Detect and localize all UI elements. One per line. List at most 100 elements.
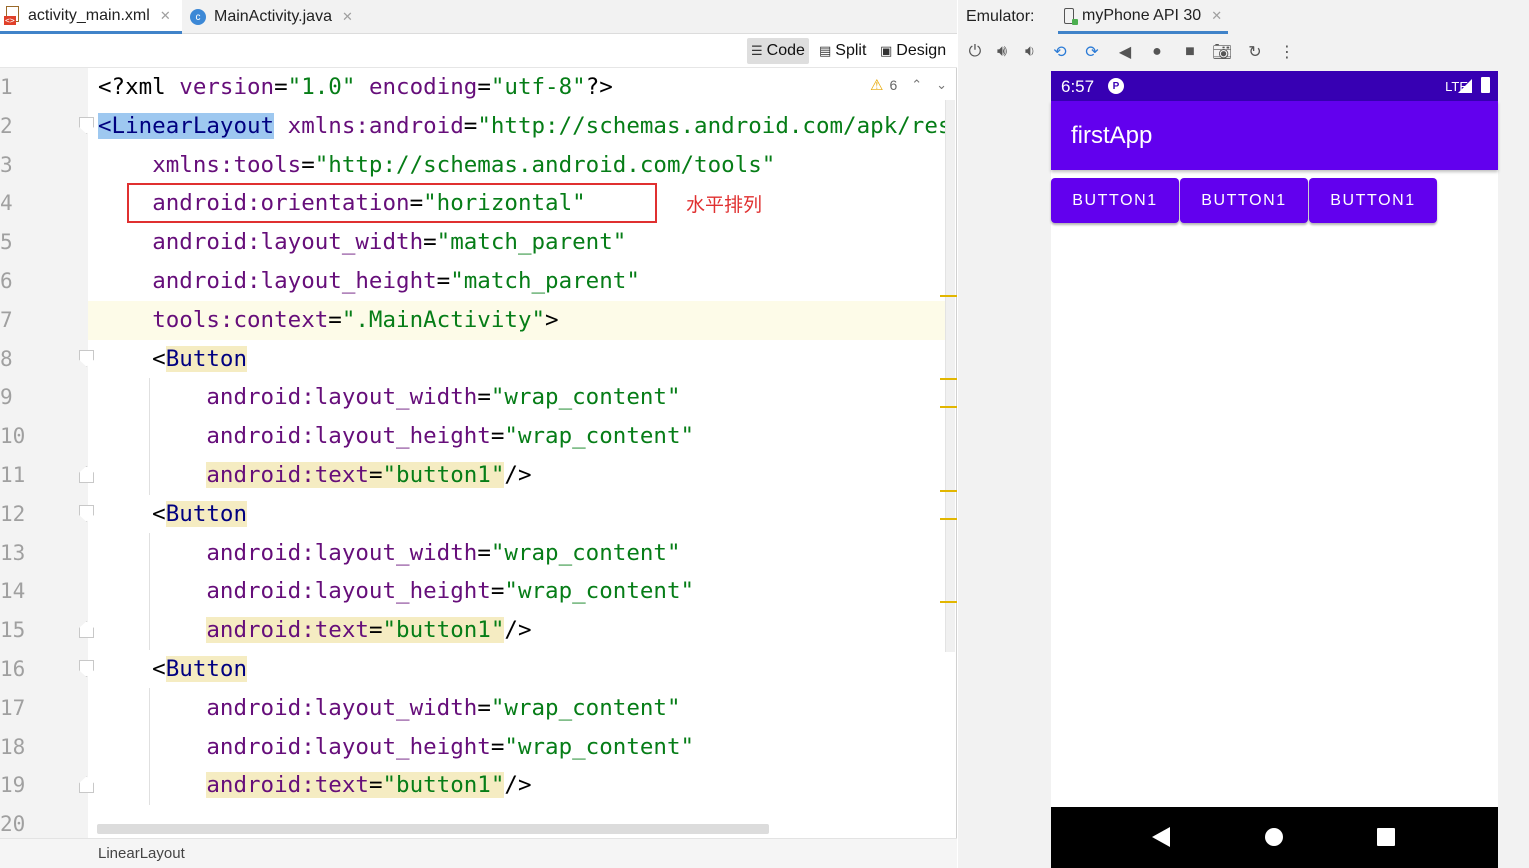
code-line[interactable]: android:text="button1"/> xyxy=(88,456,946,495)
rotate-right-icon[interactable]: ⟳ xyxy=(1080,40,1104,64)
nav-back-icon[interactable] xyxy=(1152,827,1170,847)
nav-home-icon[interactable] xyxy=(1265,828,1283,846)
warning-marker[interactable] xyxy=(940,601,957,603)
warning-marker[interactable] xyxy=(940,518,957,520)
more-options-icon[interactable]: ⋮ xyxy=(1275,40,1299,64)
nav-recents-icon[interactable] xyxy=(1377,828,1395,846)
emulator-header: Emulator: myPhone API 30 ✕ xyxy=(958,0,1529,34)
code-line[interactable]: android:layout_height="wrap_content" xyxy=(88,417,946,456)
phone-screen[interactable]: 6:57 P LTE firstApp BUTTON1 BUTTON1 BUTT… xyxy=(1051,71,1498,868)
code-token: android:text xyxy=(206,772,369,799)
code-line[interactable]: xmlns:tools="http://schemas.android.com/… xyxy=(88,146,946,185)
horizontal-scrollbar[interactable] xyxy=(97,824,769,834)
status-clock: 6:57 xyxy=(1061,77,1095,96)
code-token: "http://schemas.android.com/tools" xyxy=(314,151,776,178)
phone-button-3[interactable]: BUTTON1 xyxy=(1309,178,1437,223)
line-number: 4 xyxy=(0,191,13,216)
power-icon[interactable]: ⏻ xyxy=(963,40,987,64)
rotate-left-icon[interactable]: ⟲ xyxy=(1048,40,1072,64)
line-number: 17 xyxy=(0,695,26,720)
code-line[interactable]: <Button xyxy=(88,650,946,689)
xml-file-icon xyxy=(4,5,20,26)
code-token: android:text xyxy=(206,462,369,488)
code-line[interactable]: android:layout_height="wrap_content" xyxy=(88,728,946,767)
code-line[interactable]: android:text="button1"/> xyxy=(88,766,946,805)
emulator-device-tab[interactable]: myPhone API 30 ✕ xyxy=(1058,0,1229,34)
split-mode-button[interactable]: ▤ Split xyxy=(815,38,870,64)
phone-button-1[interactable]: BUTTON1 xyxy=(1051,178,1179,223)
phone-nav-bar xyxy=(1051,807,1498,868)
design-mode-button[interactable]: ▣ Design xyxy=(876,38,950,64)
line-number-gutter: 1 2 3 4 5 6 7 8 9 10 11 12 13 14 15 16 17 18 19 20 xyxy=(0,68,94,838)
code-token: xmlns:android xyxy=(287,112,464,139)
tab-activity-main-xml[interactable]: activity_main.xml ✕ xyxy=(0,0,182,34)
volume-up-icon[interactable]: 🔊︎ xyxy=(990,40,1014,64)
camera-icon[interactable]: 📷︎ xyxy=(1210,40,1234,64)
code-line[interactable]: <LinearLayout xmlns:android="http://sche… xyxy=(88,107,946,146)
code-token: = xyxy=(423,229,437,256)
vertical-scrollbar[interactable] xyxy=(945,100,955,652)
chevron-down-icon[interactable]: ⌄ xyxy=(936,77,947,93)
warning-marker[interactable] xyxy=(940,406,957,408)
code-token: android:layout_height xyxy=(206,733,491,760)
code-token: = xyxy=(490,578,505,605)
line-number: 7 xyxy=(0,307,13,332)
inspection-widget[interactable]: ⚠ 6 ⌃ ⌄ xyxy=(870,76,947,94)
code-line[interactable]: android:layout_width="match_parent" xyxy=(88,223,946,262)
breadcrumb[interactable]: LinearLayout xyxy=(98,845,185,862)
warning-marker[interactable] xyxy=(940,378,957,380)
warning-marker[interactable] xyxy=(940,490,957,492)
code-token: = xyxy=(477,694,491,721)
overview-icon[interactable]: ■ xyxy=(1178,40,1202,64)
code-line[interactable]: <Button xyxy=(88,495,946,534)
line-number: 12 xyxy=(0,501,26,526)
code-token: android:layout_height xyxy=(206,578,491,605)
editor-tab-bar: activity_main.xml ✕ c MainActivity.java … xyxy=(0,0,957,34)
back-icon[interactable]: ◀ xyxy=(1113,40,1137,64)
code-line[interactable]: <?xml version="1.0" encoding="utf-8"?> xyxy=(88,68,946,107)
code-token: < xyxy=(98,345,166,372)
code-token: version xyxy=(179,74,275,100)
line-number: 10 xyxy=(0,424,26,449)
code-token: ".MainActivity" xyxy=(341,306,546,333)
code-line[interactable]: android:layout_width="wrap_content" xyxy=(88,534,946,573)
warning-icon: ⚠ xyxy=(870,77,884,94)
volume-down-icon[interactable]: 🔉︎ xyxy=(1018,40,1042,64)
code-line[interactable]: android:text="button1"/> xyxy=(88,611,946,650)
code-token: = xyxy=(463,112,478,139)
code-line[interactable]: android:layout_width="wrap_content" xyxy=(88,689,946,728)
code-token: xmlns:tools xyxy=(152,151,302,178)
code-token: "button1" xyxy=(382,462,505,488)
close-icon[interactable]: ✕ xyxy=(342,9,353,25)
split-mode-label: Split xyxy=(835,42,867,59)
code-mode-button[interactable]: ☰ Code xyxy=(747,38,809,64)
orientation-highlight-box xyxy=(127,183,657,223)
line-number: 15 xyxy=(0,618,26,643)
code-token: <?xml xyxy=(98,74,180,100)
design-mode-label: Design xyxy=(896,42,947,59)
code-token: encoding xyxy=(368,74,478,100)
notification-icon: P xyxy=(1108,78,1124,94)
warning-marker[interactable] xyxy=(940,295,957,297)
phone-button-2[interactable]: BUTTON1 xyxy=(1180,178,1308,223)
home-icon[interactable]: ● xyxy=(1145,40,1169,64)
code-editor[interactable]: activity_main.xml ✕ c MainActivity.java … xyxy=(0,0,957,868)
code-line[interactable]: android:layout_height="wrap_content" xyxy=(88,572,946,611)
snapshot-restore-icon[interactable]: ↻ xyxy=(1243,40,1267,64)
tab-main-activity-java[interactable]: c MainActivity.java ✕ xyxy=(190,0,370,34)
code-token: android:layout_height xyxy=(206,423,491,450)
close-icon[interactable]: ✕ xyxy=(160,8,171,24)
code-line[interactable]: tools:context=".MainActivity"> xyxy=(88,300,946,340)
chevron-up-icon[interactable]: ⌃ xyxy=(911,77,922,93)
code-token: "wrap_content" xyxy=(504,733,695,760)
code-line[interactable]: android:layout_width="wrap_content" xyxy=(88,378,946,417)
close-icon[interactable]: ✕ xyxy=(1211,8,1222,24)
code-line[interactable]: android:layout_height="match_parent" xyxy=(88,262,946,301)
code-line[interactable]: <Button xyxy=(88,340,946,379)
code-token: <LinearLayout xyxy=(98,112,275,139)
